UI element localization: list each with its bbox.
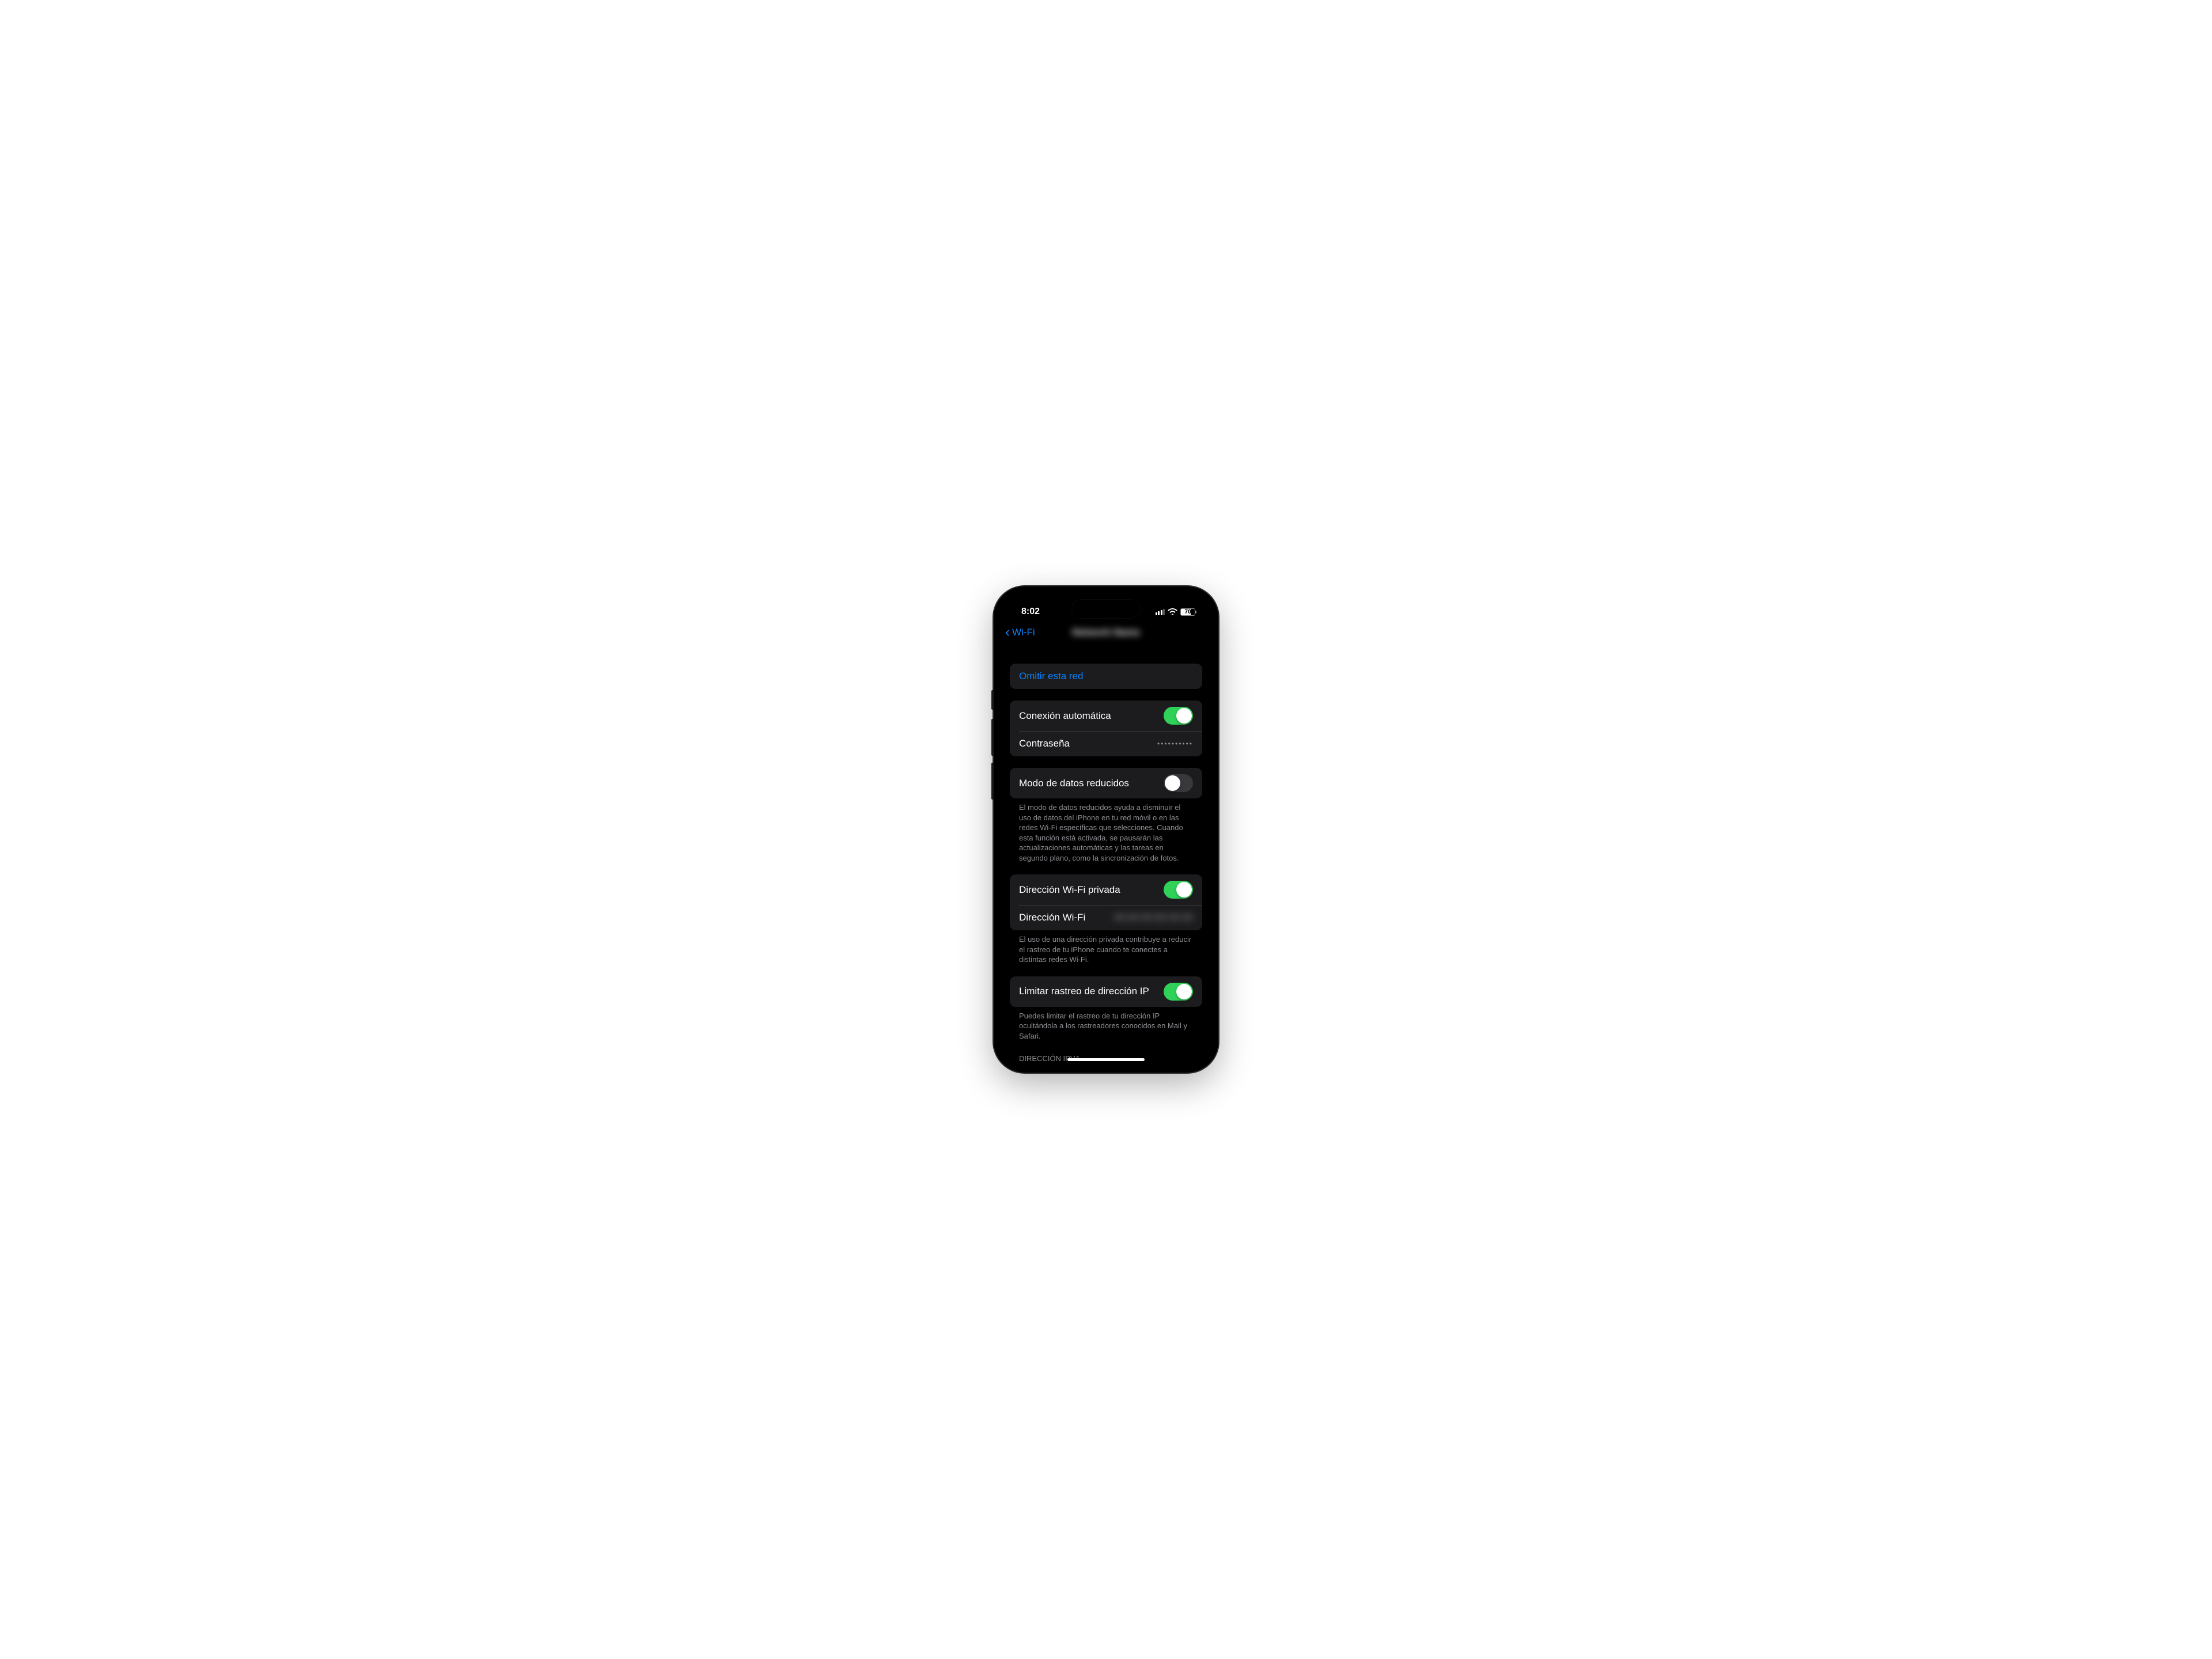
- switch-knob: [1176, 708, 1192, 724]
- limit-ip-label: Limitar rastreo de dirección IP: [1019, 986, 1149, 997]
- phone-frame: 8:02 70 ‹ Wi-Fi Network Name: [994, 586, 1218, 1073]
- private-address-toggle[interactable]: [1164, 881, 1193, 899]
- nav-bar: ‹ Wi-Fi Network Name: [1001, 622, 1211, 647]
- switch-knob: [1176, 882, 1192, 897]
- private-address-group: Dirección Wi-Fi privada Dirección Wi-Fi …: [1010, 874, 1202, 930]
- chevron-left-icon: ‹: [1005, 626, 1010, 639]
- status-right: 70: [1156, 608, 1196, 616]
- private-address-row: Dirección Wi-Fi privada: [1010, 874, 1202, 905]
- wifi-icon: [1168, 608, 1177, 615]
- battery-icon: 70: [1180, 608, 1195, 616]
- forget-network-label: Omitir esta red: [1019, 671, 1083, 682]
- limit-ip-footer: Puedes limitar el rastreo de tu direcció…: [1010, 1007, 1202, 1041]
- password-value: ••••••••••: [1157, 740, 1193, 748]
- auto-join-toggle[interactable]: [1164, 707, 1193, 725]
- password-row[interactable]: Contraseña ••••••••••: [1010, 731, 1202, 756]
- wifi-address-row[interactable]: Dirección Wi-Fi 00:00:00:00:00:00: [1010, 905, 1202, 930]
- screen: 8:02 70 ‹ Wi-Fi Network Name: [1001, 593, 1211, 1066]
- low-data-toggle[interactable]: [1164, 774, 1193, 792]
- auto-join-label: Conexión automática: [1019, 710, 1111, 722]
- low-data-label: Modo de datos reducidos: [1019, 778, 1129, 789]
- auto-join-row: Conexión automática: [1010, 700, 1202, 731]
- private-address-footer: El uso de una dirección privada contribu…: [1010, 930, 1202, 965]
- nav-title: Network Name: [1072, 627, 1140, 638]
- dynamic-island: [1071, 599, 1141, 619]
- wifi-address-label: Dirección Wi-Fi: [1019, 912, 1085, 923]
- forget-network-button[interactable]: Omitir esta red: [1010, 664, 1202, 689]
- limit-ip-row: Limitar rastreo de dirección IP: [1010, 976, 1202, 1007]
- limit-ip-group: Limitar rastreo de dirección IP: [1010, 976, 1202, 1007]
- forget-network-group: Omitir esta red: [1010, 664, 1202, 689]
- back-label: Wi-Fi: [1012, 627, 1035, 638]
- low-data-group: Modo de datos reducidos: [1010, 768, 1202, 798]
- low-data-row: Modo de datos reducidos: [1010, 768, 1202, 798]
- password-label: Contraseña: [1019, 738, 1070, 749]
- cellular-signal-icon: [1156, 608, 1165, 615]
- switch-knob: [1165, 775, 1180, 791]
- low-data-footer: El modo de datos reducidos ayuda a dismi…: [1010, 798, 1202, 863]
- status-time: 8:02: [1021, 607, 1040, 617]
- settings-content[interactable]: Omitir esta red Conexión automática Cont…: [1001, 647, 1211, 1062]
- home-indicator[interactable]: [1067, 1058, 1145, 1061]
- private-address-label: Dirección Wi-Fi privada: [1019, 884, 1120, 896]
- back-button[interactable]: ‹ Wi-Fi: [1005, 626, 1035, 639]
- switch-knob: [1176, 984, 1192, 999]
- limit-ip-toggle[interactable]: [1164, 983, 1193, 1001]
- wifi-address-value: 00:00:00:00:00:00: [1114, 912, 1193, 923]
- battery-level: 70: [1184, 609, 1191, 615]
- connection-group: Conexión automática Contraseña •••••••••…: [1010, 700, 1202, 756]
